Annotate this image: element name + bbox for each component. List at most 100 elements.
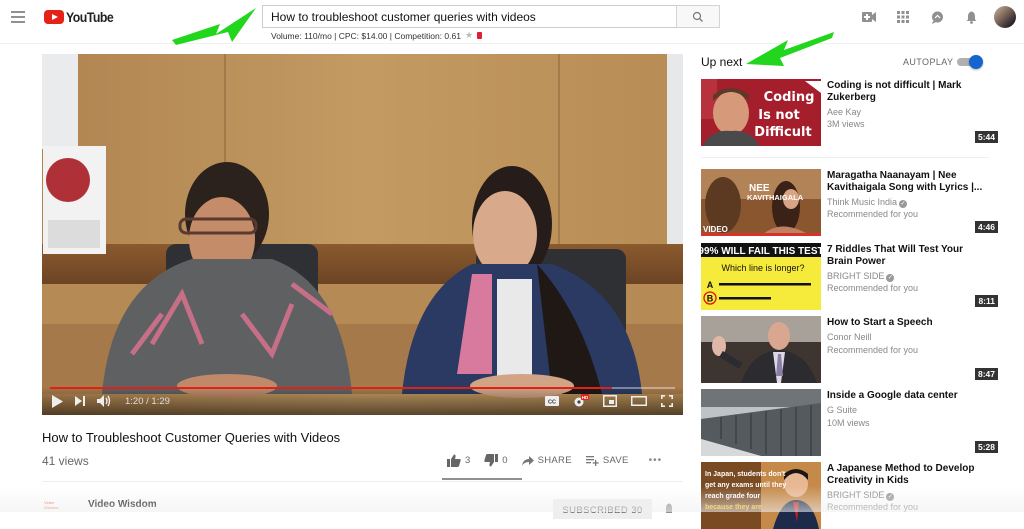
like-button[interactable]: 3 <box>447 454 470 467</box>
volume-icon <box>97 395 111 407</box>
up-next-separator <box>701 157 989 158</box>
svg-text:Coding: Coding <box>764 90 815 105</box>
share-label: SHARE <box>538 455 572 466</box>
search-icon <box>692 11 704 23</box>
next-icon <box>75 396 85 406</box>
account-avatar[interactable] <box>994 6 1016 28</box>
star-icon[interactable]: ★ <box>465 30 473 41</box>
autoplay-toggle[interactable] <box>957 55 983 69</box>
thumbs-down-icon <box>484 454 498 467</box>
video-duration: 8:47 <box>975 368 998 380</box>
video-meta: Recommended for you <box>827 208 918 220</box>
video-thumbnail: 99% WILL FAIL THIS TEST Which line is lo… <box>701 243 821 310</box>
subscribe-label: SUBSCRIBED <box>562 505 628 516</box>
miniplayer-button[interactable] <box>603 391 617 411</box>
svg-text:VIDEO: VIDEO <box>703 225 728 234</box>
play-button[interactable] <box>52 391 63 411</box>
miniplayer-icon <box>603 395 617 407</box>
recommended-video[interactable]: In Japan, students don't get any exams u… <box>701 462 1001 529</box>
dislike-count: 0 <box>502 455 507 466</box>
video-frame <box>42 54 683 415</box>
video-title: How to Start a Speech <box>827 317 987 329</box>
video-duration: 8:11 <box>975 295 998 307</box>
channel-line: Think Music India✓ <box>827 196 907 208</box>
create-video-button[interactable] <box>852 0 886 34</box>
channel-name[interactable]: Video Wisdom <box>88 499 157 510</box>
player-controls: 1:20 / 1:29 CC HD <box>42 387 683 415</box>
verified-check-icon: ✓ <box>886 274 894 282</box>
svg-text:B: B <box>707 294 714 304</box>
channel-line: BRIGHT SIDE✓ <box>827 489 894 501</box>
add-to-playlist-icon <box>586 456 599 466</box>
recommended-video[interactable]: 8:47 How to Start a Speech Conor Neill R… <box>701 316 1001 383</box>
channel-name: BRIGHT SIDE <box>827 490 884 500</box>
recommended-video[interactable]: NEE KAVITHAIGALA VIDEO 4:46 Maragatha Na… <box>701 169 1001 236</box>
svg-text:In Japan, students don't: In Japan, students don't <box>705 471 786 478</box>
recommended-video[interactable]: 99% WILL FAIL THIS TEST Which line is lo… <box>701 243 1001 310</box>
video-meta: 3M views <box>827 118 865 130</box>
dislike-button[interactable]: 0 <box>484 454 507 467</box>
video-thumbnail: NEE KAVITHAIGALA VIDEO <box>701 169 821 236</box>
search-bar <box>262 5 720 28</box>
svg-text:HD: HD <box>582 395 589 400</box>
channel-avatar-text: Video Wisdom <box>44 500 58 510</box>
database-icon[interactable] <box>477 32 482 39</box>
svg-text:Which line is longer?: Which line is longer? <box>721 263 804 273</box>
notifications-button[interactable] <box>954 0 988 34</box>
next-button[interactable] <box>75 391 85 411</box>
video-meta: Recommended for you <box>827 501 918 513</box>
channel-line: BRIGHT SIDE✓ <box>827 270 894 282</box>
video-meta: Recommended for you <box>827 282 918 294</box>
settings-button[interactable]: HD <box>573 391 589 411</box>
youtube-logo[interactable]: YouTube <box>44 9 120 25</box>
guide-menu-icon[interactable] <box>11 11 25 23</box>
svg-text:99% WILL FAIL THIS TEST: 99% WILL FAIL THIS TEST <box>701 246 821 257</box>
svg-text:A: A <box>707 280 714 290</box>
svg-text:get any exams until they: get any exams until they <box>705 482 786 489</box>
volume-button[interactable] <box>97 391 111 411</box>
search-button[interactable] <box>676 5 720 28</box>
svg-text:because they are: because they are <box>705 504 762 511</box>
save-button[interactable]: SAVE <box>586 455 629 466</box>
messages-icon <box>931 11 944 24</box>
messages-button[interactable] <box>920 0 954 34</box>
like-dislike-sentiment-bar <box>442 478 522 480</box>
video-duration: 5:44 <box>975 131 998 143</box>
channel-name: Think Music India <box>827 197 897 207</box>
apps-button[interactable] <box>886 0 920 34</box>
video-player[interactable]: 1:20 / 1:29 CC HD <box>42 54 683 415</box>
autoplay-label: AUTOPLAY <box>903 57 953 67</box>
video-thumbnail: Coding Is not Difficult <box>701 79 821 146</box>
more-icon: ••• <box>649 455 663 466</box>
svg-text:Is not: Is not <box>758 108 800 123</box>
more-actions-button[interactable]: ••• <box>649 455 663 466</box>
channel-name: BRIGHT SIDE <box>827 271 884 281</box>
verified-check-icon: ✓ <box>899 200 907 208</box>
video-title: Coding is not difficult | Mark Zukerberg <box>827 80 987 104</box>
up-next-video[interactable]: Coding Is not Difficult 5:44 Coding is n… <box>701 79 1001 146</box>
create-video-icon <box>862 12 876 22</box>
video-title: 7 Riddles That Will Test Your Brain Powe… <box>827 244 987 268</box>
channel-name: Aee Kay <box>827 106 861 118</box>
recommended-video[interactable]: 5:28 Inside a Google data center G Suite… <box>701 389 1001 456</box>
subscribe-button[interactable]: SUBSCRIBED 30 <box>553 499 652 519</box>
search-input[interactable] <box>262 5 676 28</box>
theater-mode-icon <box>631 396 647 406</box>
theater-mode-button[interactable] <box>631 391 647 411</box>
captions-icon: CC <box>545 396 559 406</box>
share-button[interactable]: SHARE <box>522 455 572 466</box>
masthead: YouTube Volume: 110/mo | CPC: $14.00 | C… <box>0 0 1024 44</box>
video-meta: 10M views <box>827 417 870 429</box>
channel-name: G Suite <box>827 404 857 416</box>
like-count: 3 <box>465 455 470 466</box>
save-label: SAVE <box>603 455 629 466</box>
fullscreen-icon <box>661 395 673 407</box>
video-duration: 5:28 <box>975 441 998 453</box>
play-icon <box>52 395 63 408</box>
channel-avatar[interactable]: Video Wisdom <box>44 500 68 512</box>
subscriber-count: 30 <box>631 505 642 516</box>
captions-button[interactable]: CC <box>545 391 559 411</box>
up-next-heading: Up next <box>701 55 742 69</box>
video-title: A Japanese Method to Develop Creativity … <box>827 463 987 487</box>
fullscreen-button[interactable] <box>661 391 673 411</box>
